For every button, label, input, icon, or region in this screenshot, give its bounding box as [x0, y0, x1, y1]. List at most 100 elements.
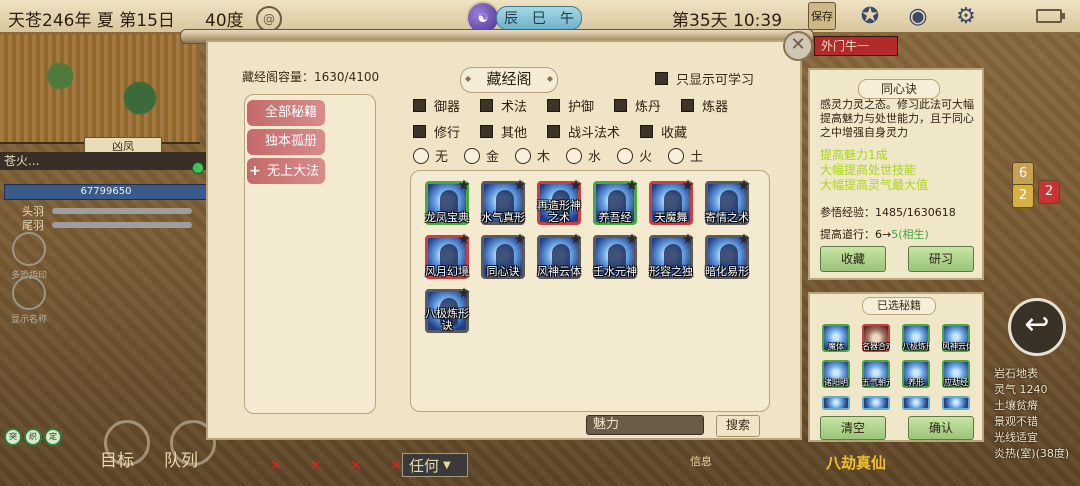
badge[interactable]: 定 [44, 428, 62, 446]
radio-circle[interactable] [617, 147, 634, 164]
selected-book-slot[interactable] [862, 396, 890, 410]
study-button[interactable]: 研习 [908, 246, 974, 272]
badge[interactable]: 织 [24, 428, 42, 446]
book-slot[interactable]: 水气真形 [481, 179, 526, 225]
world-map-area[interactable] [0, 32, 200, 144]
unit-name[interactable]: 苍火... [0, 152, 210, 170]
checkbox[interactable] [614, 99, 628, 112]
selected-book-slot[interactable]: 名器合欢 [862, 324, 890, 352]
filter-item[interactable]: 修行 [413, 122, 460, 141]
category-all[interactable]: 全部秘籍 [247, 100, 325, 126]
checkbox[interactable] [640, 125, 654, 138]
compass-icon[interactable]: ✪ [856, 2, 884, 30]
collect-button[interactable]: 收藏 [820, 246, 886, 272]
checkbox[interactable] [413, 99, 426, 112]
book-slot[interactable]: 壬水元神 [593, 233, 638, 279]
book-slot[interactable]: 八极炼形诀 [425, 287, 470, 333]
checkbox[interactable] [547, 99, 561, 112]
show-names-toggle[interactable]: 显示名称 [6, 276, 52, 325]
outer-disciple-tag[interactable]: 外门牛一 [814, 36, 898, 56]
library-panel: 藏经阁容量：1630/4100 藏经阁 只显示可学习 全部秘籍 独本孤册 + 无… [206, 40, 802, 440]
filter-item[interactable]: 战斗法术 [547, 122, 620, 141]
category-supreme[interactable]: + 无上大法 [247, 158, 325, 184]
book-slot[interactable]: 天魔舞 [649, 179, 694, 225]
terrain-line: 土壤贫瘠 [994, 399, 1038, 412]
filter-item[interactable]: 收藏 [640, 122, 687, 141]
filter-item[interactable]: 炼器 [681, 96, 728, 115]
element-radio[interactable]: 土 [668, 146, 703, 165]
filter-item[interactable]: 其他 [480, 122, 527, 141]
selected-book-slot[interactable] [822, 396, 850, 410]
element-radio[interactable]: 金 [464, 146, 499, 165]
element-radio[interactable]: 火 [617, 146, 652, 165]
element-radio[interactable]: 木 [515, 146, 550, 165]
selected-book-slot[interactable]: 五气朝元 [862, 360, 890, 388]
blocked-markers: ✕ ✕ ✕ ✕ [270, 458, 408, 476]
book-name: 同心诀 [486, 265, 520, 278]
book-slot[interactable]: 再造形神之术 [537, 179, 582, 225]
radio-circle[interactable] [464, 147, 481, 164]
filter-item[interactable]: 御器 [413, 96, 460, 115]
bottom-actions: 目标 队列 [100, 446, 198, 471]
checkbox[interactable] [547, 125, 561, 138]
confirm-button[interactable]: 确认 [908, 416, 974, 440]
only-learnable-toggle[interactable]: 只显示可学习 [655, 69, 754, 88]
book-slot[interactable]: 风神云体 [537, 233, 582, 279]
back-arrow-icon[interactable]: ↩ [1008, 298, 1066, 356]
filter-item[interactable]: 护御 [547, 96, 594, 115]
palette-icon[interactable]: ◉ [904, 2, 932, 30]
selected-book-slot[interactable]: 养形 [902, 360, 930, 388]
count-pill[interactable]: 2 [1012, 184, 1034, 208]
checkbox[interactable] [480, 99, 494, 112]
checkbox[interactable] [655, 72, 668, 85]
element-label: 土 [690, 150, 704, 165]
radio-circle[interactable] [566, 147, 583, 164]
checkbox[interactable] [480, 125, 494, 138]
filter-item[interactable]: 术法 [480, 96, 527, 115]
checkbox[interactable] [681, 99, 695, 112]
info-label[interactable]: 信息 [690, 453, 712, 469]
filter-dropdown[interactable]: 任何 ▼ [402, 453, 468, 477]
badge[interactable]: 突 [4, 428, 22, 446]
book-slot[interactable]: 同心诀 [481, 233, 526, 279]
selected-book-name: 风神云体 [942, 342, 970, 351]
selected-book-slot[interactable]: 诸阳明 [822, 360, 850, 388]
book-slot[interactable]: 养吾经 [593, 179, 638, 225]
book-slot[interactable]: 暗化易形 [705, 233, 750, 279]
star-icon [514, 233, 526, 244]
chevron-down-icon: ▼ [443, 459, 451, 471]
element-radio[interactable]: 无 [413, 146, 448, 165]
book-slot[interactable]: 风月幻境 [425, 233, 470, 279]
queue-button[interactable]: 队列 [164, 446, 198, 471]
target-button[interactable]: 目标 [100, 446, 134, 471]
selected-book-slot[interactable]: 风神云体 [942, 324, 970, 352]
selected-book-slot[interactable] [942, 396, 970, 410]
clear-button[interactable]: 清空 [820, 416, 886, 440]
selected-book-slot[interactable]: 魔体 [822, 324, 850, 352]
radio-circle[interactable] [668, 147, 685, 164]
book-slot[interactable]: 形容之独 [649, 233, 694, 279]
exp-line: 参悟经验：1485/1630618 [820, 204, 956, 220]
selected-book-slot[interactable]: 八极炼形 [902, 324, 930, 352]
selected-book-slot[interactable]: 应劫经 [942, 360, 970, 388]
book-name: 风月幻境 [425, 265, 469, 278]
fingerprint-toggle[interactable]: 多恐指印 [6, 232, 52, 281]
radio-circle[interactable] [515, 147, 532, 164]
count-pill[interactable]: 6 [1012, 162, 1034, 186]
book-grid: 龙凤宝典 水气真形 再造形神之术 养吾经 天魔舞 寄情之术风月幻境 同心诀 风神云体 壬水元神形… [410, 170, 770, 412]
close-icon[interactable]: ✕ [783, 31, 813, 61]
gear-icon[interactable]: ⚙ [952, 2, 980, 30]
alert-pill[interactable]: 2 [1038, 180, 1060, 204]
dao-line: 提高道行：6→5(相生) [820, 226, 929, 242]
category-unique[interactable]: 独本孤册 [247, 129, 325, 155]
selected-book-slot[interactable] [902, 396, 930, 410]
search-button[interactable]: 搜索 [716, 415, 760, 437]
search-input[interactable]: 魅力 [586, 415, 704, 435]
book-slot[interactable]: 龙凤宝典 [425, 179, 470, 225]
book-slot[interactable]: 寄情之术 [705, 179, 750, 225]
filter-item[interactable]: 炼丹 [614, 96, 661, 115]
radio-circle[interactable] [413, 147, 429, 164]
save-button[interactable]: 保存 [808, 2, 836, 30]
element-radio[interactable]: 水 [566, 146, 601, 165]
checkbox[interactable] [413, 125, 426, 138]
